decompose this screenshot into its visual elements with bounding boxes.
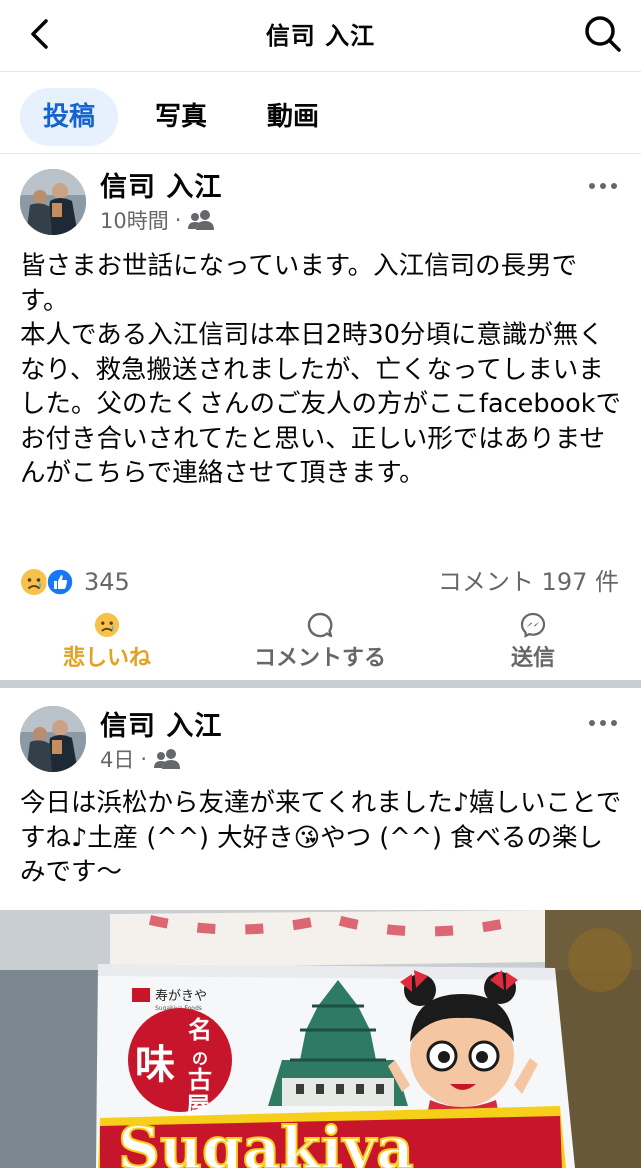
post-author[interactable]: 信司 入江: [100, 165, 222, 204]
svg-text:古: 古: [188, 1065, 212, 1094]
more-options-button[interactable]: [585, 708, 621, 738]
svg-text:味: 味: [135, 1041, 175, 1088]
tab-photos[interactable]: 写真: [134, 88, 228, 146]
reaction-count: 345: [84, 568, 130, 596]
sad-reaction-button[interactable]: 悲しいね: [40, 612, 174, 678]
post-meta: 4日 ·: [100, 744, 181, 774]
avatar[interactable]: [20, 706, 86, 772]
top-bar: 信司 入江: [0, 0, 641, 72]
tab-videos[interactable]: 動画: [246, 88, 340, 146]
svg-text:名: 名: [188, 1015, 212, 1044]
photo-sugakiya-box: 寿がきや Sugakiya Foods 味 名 の 古 屋 Sugakiya: [0, 910, 641, 1168]
more-icon: [589, 183, 617, 189]
post-paragraph: 今日は浜松から友達が来てくれました♪嬉しいことですね♪土産 (^^) 大好き😘や…: [20, 788, 622, 887]
friends-icon: [188, 210, 215, 230]
post-photo[interactable]: 寿がきや Sugakiya Foods 味 名 の 古 屋 Sugakiya: [0, 910, 641, 1168]
page-title: 信司 入江: [265, 22, 376, 50]
post-paragraph: 皆さまお世話になっています。入江信司の長男です。: [20, 251, 578, 316]
post-divider: [0, 680, 641, 688]
comment-count[interactable]: コメント 197 件: [438, 565, 619, 599]
friends-icon: [154, 749, 181, 769]
messenger-icon: [520, 612, 546, 638]
post-time[interactable]: 4日: [100, 744, 134, 774]
post-text: 今日は浜松から友達が来てくれました♪嬉しいことですね♪土産 (^^) 大好き😘や…: [20, 786, 624, 890]
profile-tabs: 投稿 写真 動画: [0, 72, 641, 154]
comment-label: コメントする: [253, 646, 386, 671]
post-card: 信司 入江 10時間 · 皆さまお世話になっています。入江信司の長男です。 本人…: [0, 155, 641, 680]
brand-small: 寿がきや: [155, 989, 207, 1004]
send-label: 送信: [510, 646, 555, 671]
tab-posts[interactable]: 投稿: [20, 88, 118, 146]
more-options-button[interactable]: [585, 171, 621, 201]
post-card: 信司 入江 4日 · 今日は浜松から友達が来てくれました♪嬉しいことですね♪土産…: [0, 688, 641, 910]
search-button[interactable]: [579, 10, 627, 58]
avatar-image: [20, 169, 86, 235]
send-button[interactable]: 送信: [488, 612, 578, 678]
post-text: 皆さまお世話になっています。入江信司の長男です。 本人である入江信司は本日2時3…: [20, 249, 624, 491]
more-icon: [589, 720, 617, 726]
like-reaction-icon: [46, 568, 74, 596]
search-icon: [585, 16, 621, 52]
comment-button[interactable]: コメントする: [232, 612, 408, 678]
post-time[interactable]: 10時間: [100, 205, 169, 235]
avatar-image: [20, 706, 86, 772]
sad-face-icon: [94, 612, 120, 638]
sad-reaction-icon: [21, 569, 47, 595]
reaction-summary[interactable]: 345: [20, 565, 130, 599]
photo-logo: Sugakiya: [118, 1114, 414, 1168]
avatar[interactable]: [20, 169, 86, 235]
post-author[interactable]: 信司 入江: [100, 704, 222, 743]
sad-reaction-label: 悲しいね: [62, 646, 151, 671]
post-meta: 10時間 ·: [100, 205, 215, 235]
comment-icon: [307, 612, 333, 638]
meta-dot: ·: [140, 747, 148, 771]
post-paragraph: 本人である入江信司は本日2時30分頃に意識が無くなり、救急搬送されましたが、亡く…: [20, 320, 621, 488]
meta-dot: ·: [174, 208, 182, 232]
